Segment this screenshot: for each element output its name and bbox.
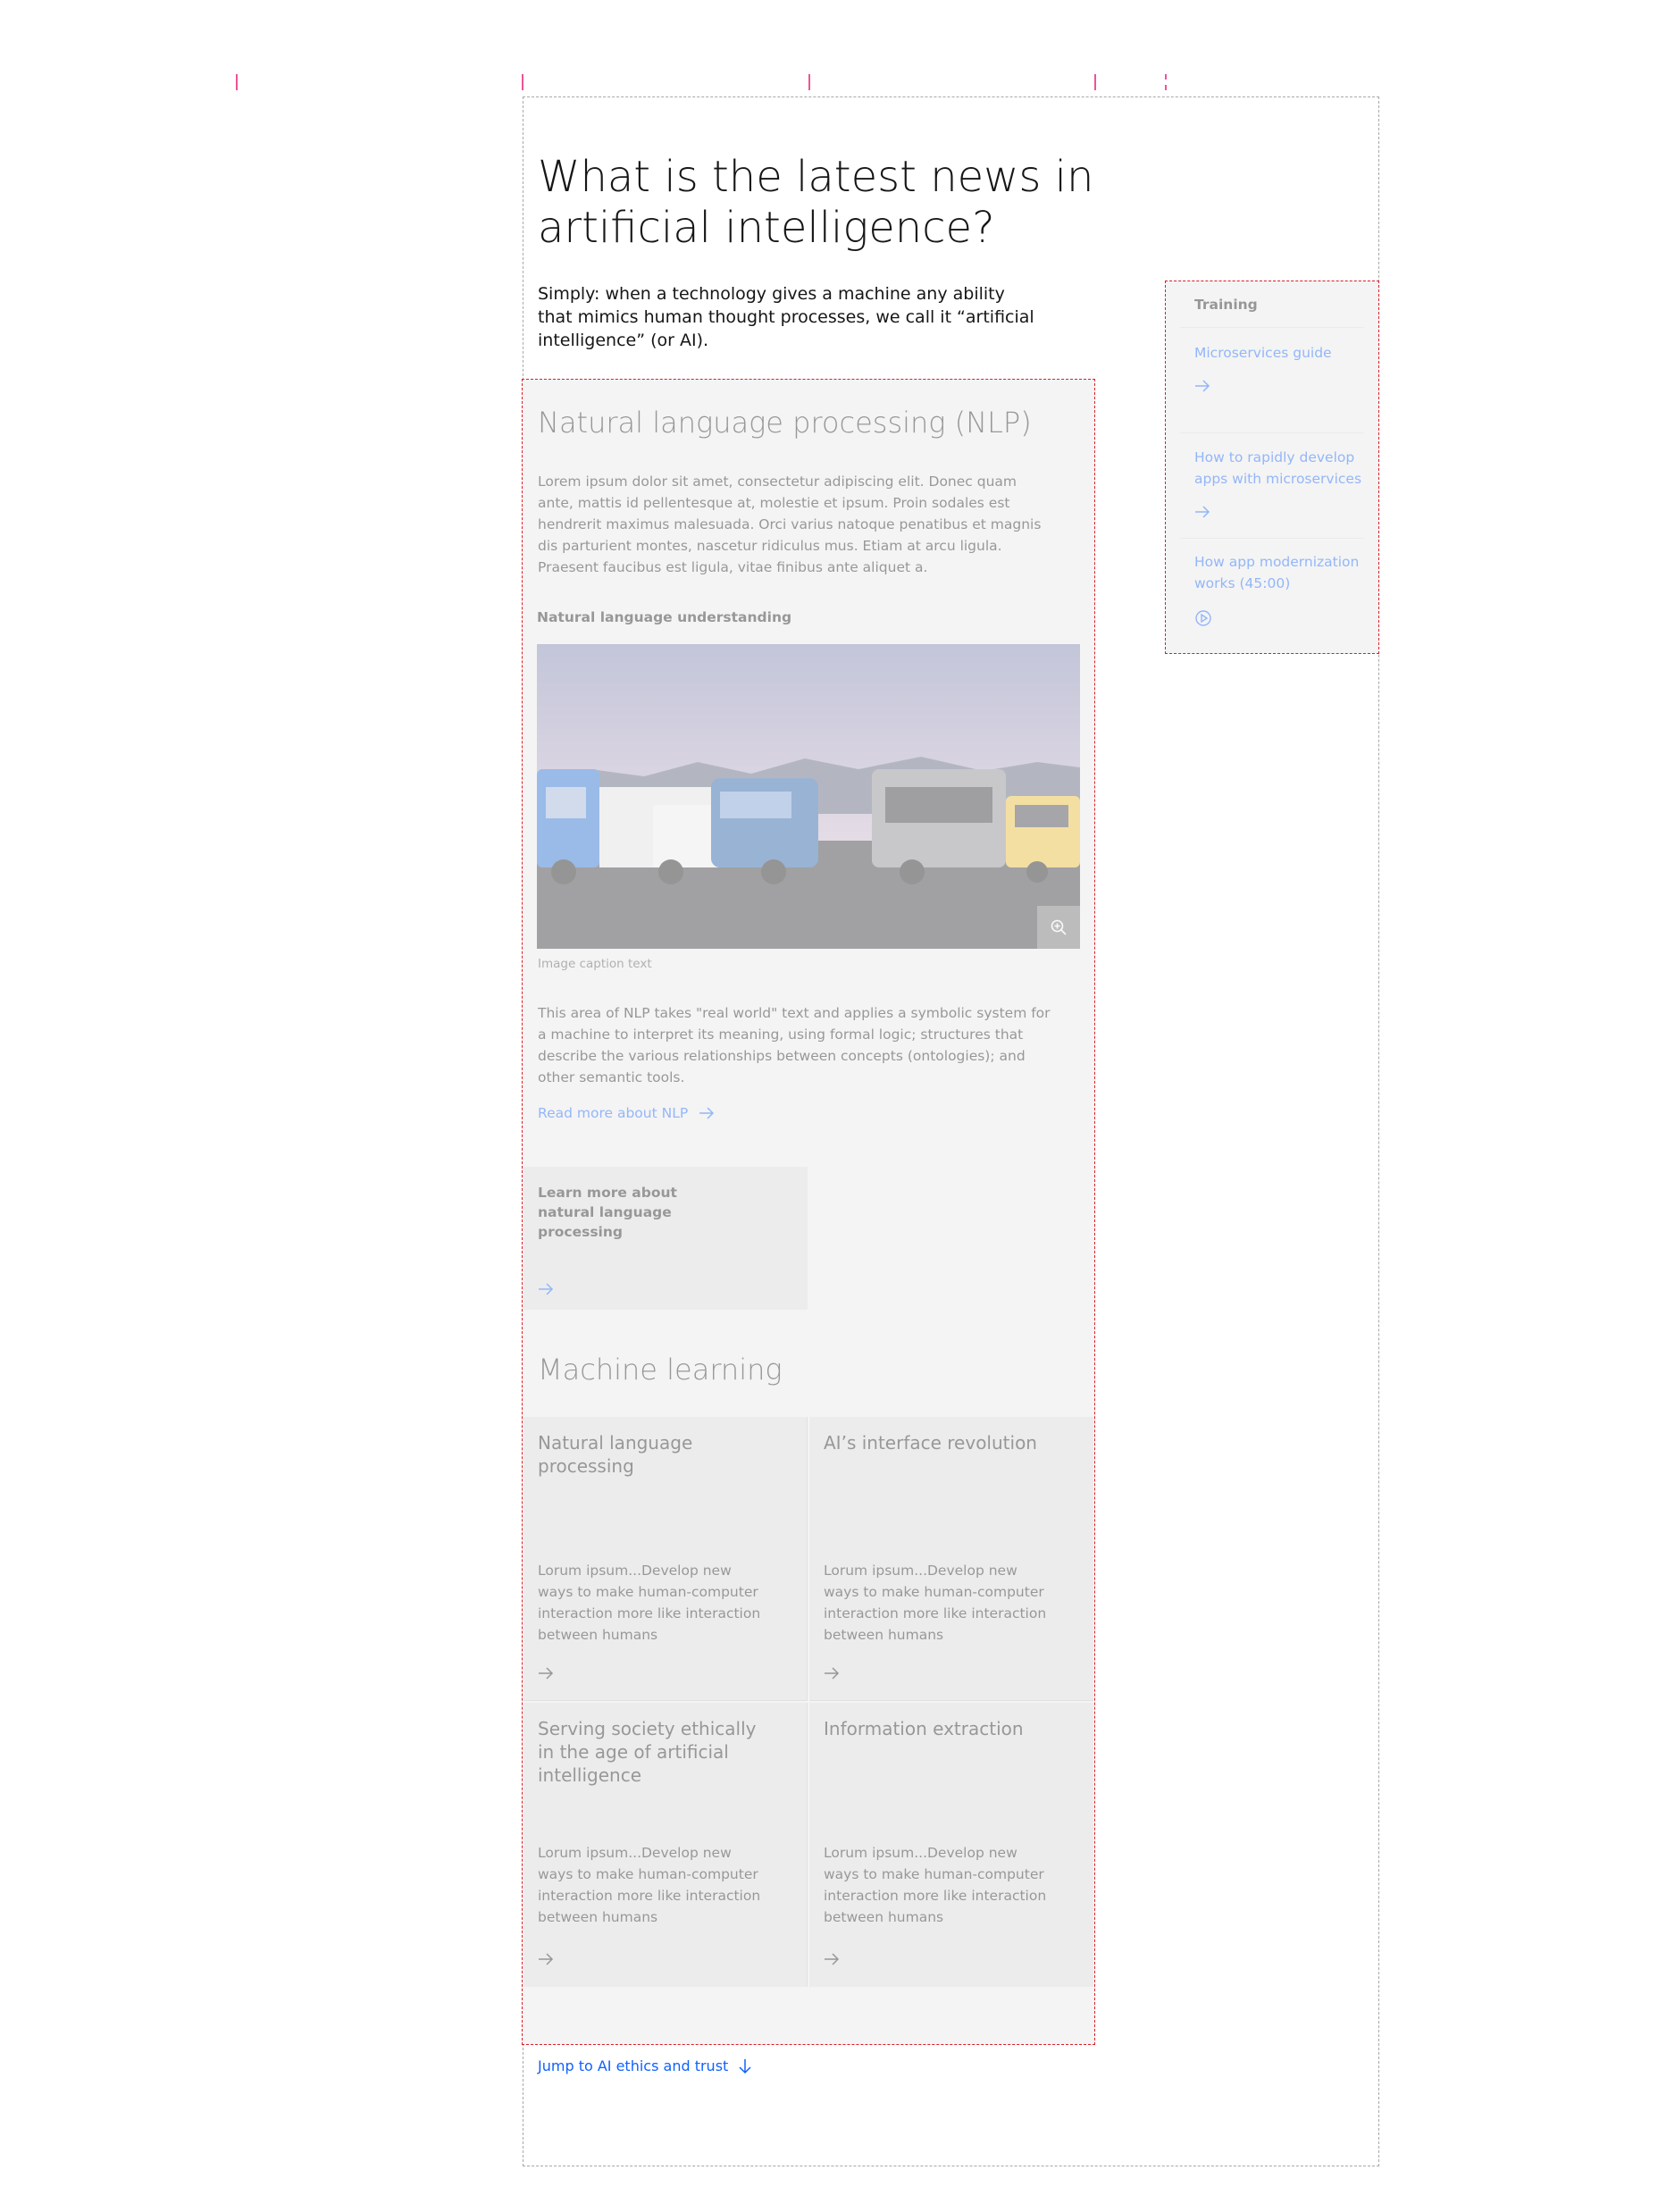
nlp-body: Lorem ipsum dolor sit amet, consectetur …	[538, 473, 1042, 575]
ml-card-title: Serving society ethically in the age of …	[538, 1718, 757, 1786]
arrow-right-icon	[539, 1953, 554, 1965]
arrow-right-icon	[699, 1107, 715, 1119]
ml-card[interactable]: Information extraction Lorum ipsum...Dev…	[809, 1703, 1093, 1987]
ml-card-desc: Lorum ipsum...Develop new ways to make h…	[824, 1845, 1047, 1925]
learn-more-nlp-card[interactable]: Learn more about natural language proces…	[523, 1167, 808, 1310]
zoom-in-icon	[1051, 919, 1067, 935]
ml-card-desc: Lorum ipsum...Develop new ways to make h…	[538, 1845, 761, 1925]
nlp-body-2: This area of NLP takes "real world" text…	[538, 1005, 1051, 1085]
ml-card[interactable]: Serving society ethically in the age of …	[523, 1703, 808, 1987]
ml-card[interactable]: Natural language processing Lorum ipsum.…	[523, 1417, 808, 1701]
image-caption: Image caption text	[538, 957, 652, 971]
sidebar-item-label[interactable]: How to rapidly develop apps with microse…	[1194, 447, 1364, 490]
page-intro: Simply: when a technology gives a machin…	[538, 284, 1034, 350]
jump-to-ai-ethics-link[interactable]: Jump to AI ethics and trust	[538, 2057, 751, 2074]
sidebar-item-label[interactable]: Microservices guide	[1194, 342, 1364, 364]
arrow-right-icon	[539, 1283, 554, 1295]
grid-tick	[236, 74, 238, 90]
zoom-button[interactable]	[1037, 906, 1080, 949]
arrow-right-icon	[825, 1667, 840, 1680]
ml-card-title: Information extraction	[824, 1718, 1024, 1739]
ml-heading: Machine learning	[538, 1353, 783, 1387]
ml-card-desc: Lorum ipsum...Develop new ways to make h…	[824, 1563, 1047, 1643]
cta-card-title: Learn more about natural language proces…	[538, 1185, 677, 1240]
nlp-heading: Natural language processing (NLP)	[538, 406, 1032, 440]
arrow-down-icon	[739, 2058, 751, 2074]
nlu-subheading: Natural language understanding	[537, 609, 792, 625]
arrow-right-icon	[825, 1953, 840, 1965]
jump-link-label: Jump to AI ethics and trust	[538, 2057, 729, 2074]
read-more-nlp-link[interactable]: Read more about NLP	[538, 1105, 715, 1121]
ml-card-grid: Natural language processing Lorum ipsum.…	[523, 1417, 1093, 1987]
play-icon	[1195, 610, 1211, 626]
read-more-nlp-label: Read more about NLP	[538, 1105, 689, 1121]
trucks-image	[537, 644, 1080, 949]
arrow-right-icon	[1195, 506, 1210, 518]
page-title: What is the latest news in artificial in…	[538, 152, 1094, 253]
grid-tick	[1165, 74, 1167, 90]
arrow-right-icon	[539, 1667, 554, 1680]
ml-card-desc: Lorum ipsum...Develop new ways to make h…	[538, 1563, 761, 1643]
ml-card[interactable]: AI’s interface revolution Lorum ipsum...…	[809, 1417, 1093, 1701]
trucks-photo	[537, 644, 1080, 949]
ml-card-title: AI’s interface revolution	[824, 1432, 1037, 1454]
arrow-right-icon	[1195, 380, 1210, 392]
grid-tick	[808, 74, 810, 90]
sidebar-item-label[interactable]: How app modernization works (45:00)	[1194, 551, 1364, 594]
sidebar-heading: Training	[1194, 297, 1258, 313]
grid-tick	[1094, 74, 1096, 90]
grid-tick	[522, 74, 523, 90]
ml-card-title: Natural language processing	[538, 1432, 693, 1477]
